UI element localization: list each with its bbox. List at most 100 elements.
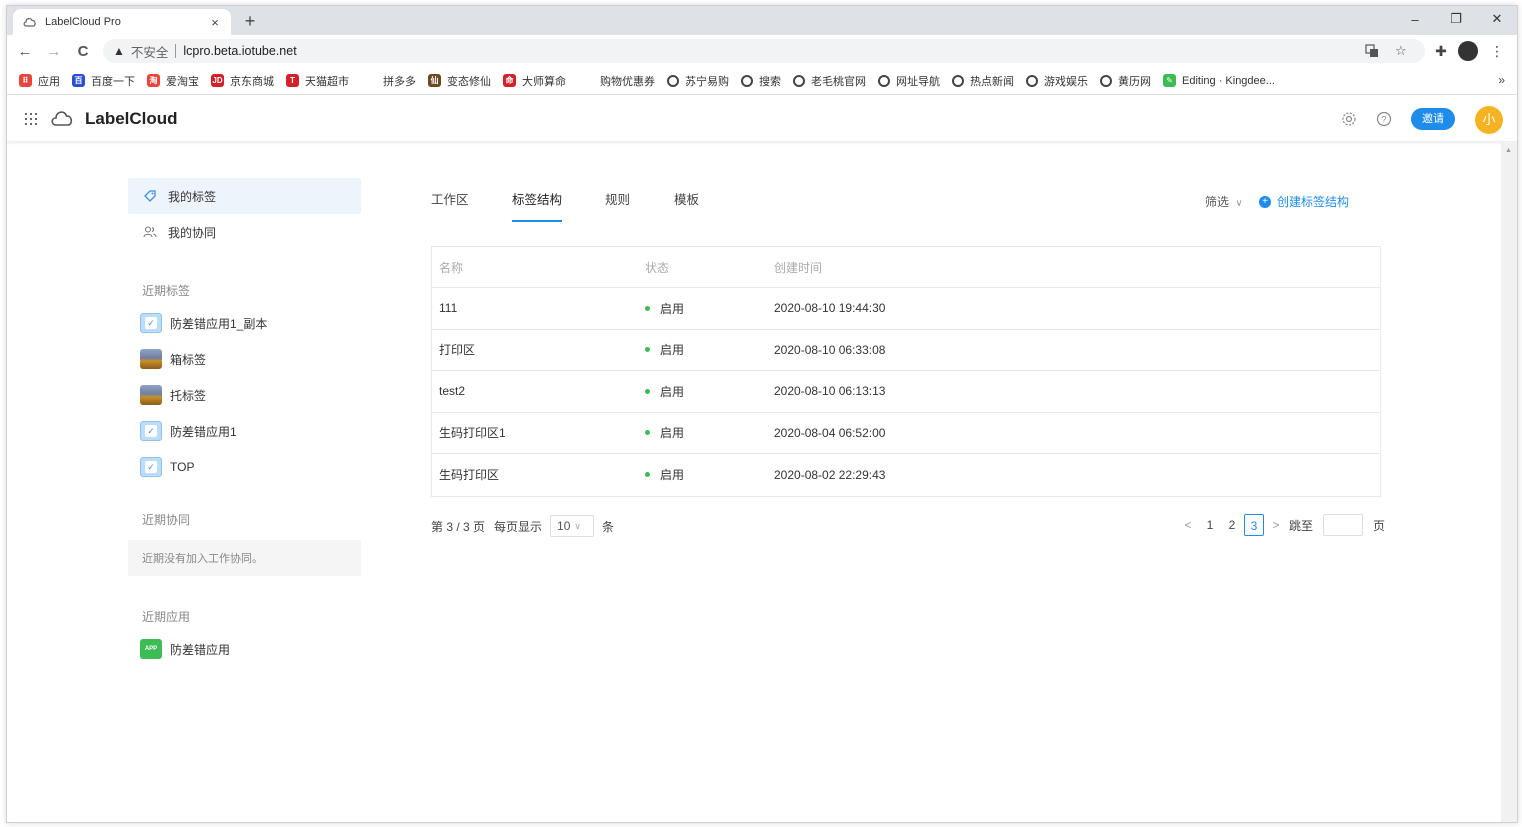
label-photo-thumbnail <box>140 349 162 369</box>
forward-button[interactable]: → <box>44 41 64 61</box>
page-2[interactable]: 2 <box>1222 514 1242 536</box>
bookmark-item[interactable]: 搜索 <box>741 73 781 89</box>
bookmark-label: 黄历网 <box>1118 75 1151 88</box>
bookmark-item[interactable]: 苏宁易购 <box>667 73 729 89</box>
table-body: 111 启用 2020-08-10 19:44:30 打印区 启用 2020-08-10 … <box>432 288 1380 496</box>
bookmark-label: 热点新闻 <box>970 75 1014 88</box>
bookmark-item[interactable]: ⠿ 应用 <box>19 73 60 89</box>
recent-label-item[interactable]: 箱标签 <box>128 341 361 377</box>
table-row[interactable]: test2 启用 2020-08-10 06:13:13 <box>432 371 1380 413</box>
extensions-icon[interactable]: ✚ <box>1431 41 1451 61</box>
create-label-structure-button[interactable]: + 创建标签结构 <box>1259 193 1349 210</box>
bookmark-label: 搜索 <box>759 75 781 88</box>
browser-toolbar: ← → C ▲ 不安全 lcpro.beta.iotube.net ☆ ✚ ⋮ <box>7 35 1517 67</box>
page-scrollbar[interactable]: ▲ <box>1501 143 1517 822</box>
globe-icon <box>1026 74 1038 87</box>
bookmark-item[interactable]: 淘爱淘宝 <box>147 73 199 89</box>
recent-label-item[interactable]: ✓ 防差错应用1_副本 <box>128 305 361 341</box>
create-label: 创建标签结构 <box>1277 195 1350 209</box>
table-row[interactable]: 生码打印区 启用 2020-08-02 22:29:43 <box>432 454 1380 496</box>
globe-icon <box>667 74 679 87</box>
address-bar[interactable]: ▲ 不安全 lcpro.beta.iotube.net ☆ <box>103 39 1425 63</box>
recent-label-item[interactable]: ✓ 防差错应用1 <box>128 413 361 449</box>
bookmark-favicon-icon: 淘 <box>147 74 160 87</box>
scroll-up-icon[interactable]: ▲ <box>1505 147 1512 154</box>
page-size-select[interactable]: 10 ∨ <box>550 515 595 537</box>
cell-created: 2020-08-02 22:29:43 <box>774 467 886 482</box>
prev-page-button[interactable]: < <box>1178 514 1198 536</box>
bookmark-item[interactable]: 购物优惠券 <box>600 73 655 89</box>
tab-templates[interactable]: 模板 <box>674 190 699 222</box>
label-thumbnail-icon: ✓ <box>140 313 162 333</box>
recent-labels-list: ✓ 防差错应用1_副本 箱标签托标签 ✓ 防差错应用1 ✓ TOP <box>128 305 361 485</box>
recent-label-item[interactable]: ✓ TOP <box>128 449 361 485</box>
insecure-label[interactable]: 不安全 <box>131 42 169 61</box>
cell-created: 2020-08-10 06:33:08 <box>774 342 886 357</box>
settings-icon[interactable] <box>1340 110 1358 128</box>
bookmark-item[interactable]: 仙变态修仙 <box>428 73 491 89</box>
cell-name[interactable]: test2 <box>432 384 638 398</box>
sidebar-item-my-labels[interactable]: 我的标签 <box>128 178 361 214</box>
warning-icon[interactable]: ▲ <box>113 44 125 58</box>
status-text: 启用 <box>660 343 685 358</box>
jump-label: 跳至 <box>1289 518 1314 533</box>
reload-button[interactable]: C <box>73 41 93 61</box>
browser-tab[interactable]: LabelCloud Pro × <box>13 9 231 35</box>
translate-icon[interactable] <box>1365 39 1379 63</box>
filter-dropdown[interactable]: 筛选 ∨ <box>1205 193 1243 210</box>
window-close-button[interactable]: ✕ <box>1477 6 1517 32</box>
cell-created: 2020-08-10 06:13:13 <box>774 384 886 399</box>
recent-app-item[interactable]: APP 防差错应用 <box>128 631 361 667</box>
cell-name[interactable]: 111 <box>432 301 638 315</box>
table-row[interactable]: 生码打印区1 启用 2020-08-04 06:52:00 <box>432 413 1380 454</box>
bookmark-item[interactable]: 游戏娱乐 <box>1026 73 1088 89</box>
bookmarks-bar: ⠿ 应用百百度一下淘爱淘宝 JD 京东商城 T 天猫超市 拼多多仙变态修仙命大师算命 购物优惠… <box>7 67 1517 95</box>
profile-icon[interactable] <box>1458 41 1478 61</box>
apps-grid-icon[interactable] <box>25 113 37 125</box>
new-tab-button[interactable]: + <box>239 10 261 32</box>
cell-name[interactable]: 打印区 <box>432 341 638 358</box>
recent-label-item[interactable]: 托标签 <box>128 377 361 413</box>
bookmark-item[interactable]: 热点新闻 <box>952 73 1014 89</box>
tab-close-icon[interactable]: × <box>207 15 223 30</box>
table-row[interactable]: 111 启用 2020-08-10 19:44:30 <box>432 288 1380 330</box>
tab-rules[interactable]: 规则 <box>605 190 630 222</box>
minimize-button[interactable]: – <box>1395 6 1435 32</box>
bookmark-item[interactable]: 百百度一下 <box>72 73 135 89</box>
tab-label-structure[interactable]: 标签结构 <box>512 190 563 222</box>
sidebar-item-my-collab[interactable]: 我的协同 <box>128 214 361 250</box>
bookmark-item[interactable]: 网址导航 <box>878 73 940 89</box>
tab-strip: LabelCloud Pro × + – ❐ ✕ <box>7 6 1517 35</box>
bookmark-item[interactable]: T 天猫超市 <box>286 73 349 89</box>
status-text: 启用 <box>660 384 685 399</box>
page-3-current[interactable]: 3 <box>1244 514 1264 536</box>
bookmarks-more-button[interactable]: » <box>1498 73 1505 87</box>
recent-label-text: 托标签 <box>170 388 207 403</box>
menu-icon[interactable]: ⋮ <box>1487 41 1507 61</box>
header-name: 名称 <box>439 260 464 275</box>
star-icon[interactable]: ☆ <box>1395 39 1407 63</box>
bookmark-item[interactable]: JD 京东商城 <box>211 73 274 89</box>
tab-workspace[interactable]: 工作区 <box>431 190 469 222</box>
jump-unit: 页 <box>1373 518 1386 533</box>
url-text[interactable]: lcpro.beta.iotube.net <box>183 44 296 58</box>
bookmark-item[interactable]: 拼多多 <box>383 73 416 89</box>
status-text: 启用 <box>660 301 685 316</box>
next-page-button[interactable]: > <box>1266 514 1286 536</box>
page-1[interactable]: 1 <box>1200 514 1220 536</box>
back-button[interactable]: ← <box>15 41 35 61</box>
jump-page-input[interactable] <box>1323 514 1364 536</box>
cell-name[interactable]: 生码打印区1 <box>432 424 638 441</box>
cell-name[interactable]: 生码打印区 <box>432 466 638 483</box>
table-row[interactable]: 打印区 启用 2020-08-10 06:33:08 <box>432 330 1380 371</box>
bookmark-item[interactable]: 黄历网 <box>1100 73 1151 89</box>
bookmark-item[interactable]: 老毛桃官网 <box>793 73 866 89</box>
invite-button[interactable]: 邀请 <box>1411 108 1455 130</box>
restore-button[interactable]: ❐ <box>1436 6 1476 32</box>
chevron-down-icon: ∨ <box>574 520 581 531</box>
cell-status: 启用 <box>638 300 774 317</box>
bookmark-item[interactable]: 命大师算命 <box>503 73 566 89</box>
avatar[interactable]: 小 <box>1475 106 1503 134</box>
bookmark-item[interactable]: ✎ Editing · Kingdee... <box>1163 74 1275 87</box>
help-icon[interactable]: ? <box>1375 110 1393 128</box>
